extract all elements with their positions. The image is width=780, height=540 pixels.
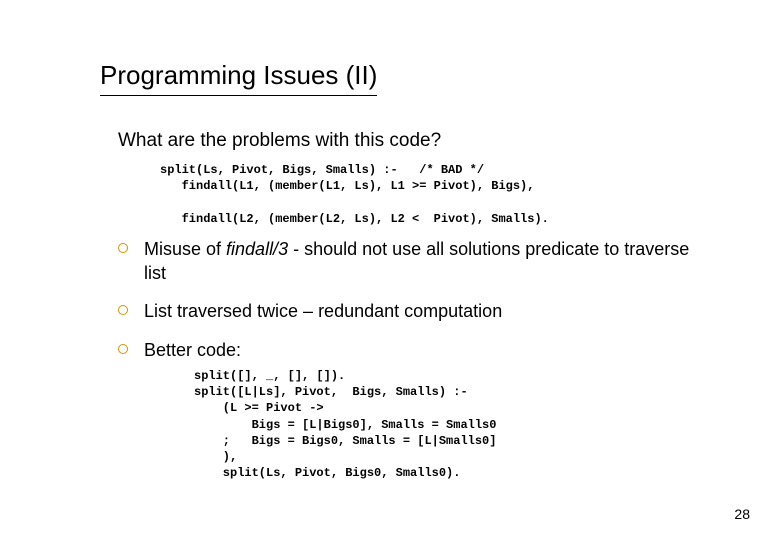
code-block-good: split([], _, [], []). split([L|Ls], Pivo… [144,368,710,481]
slide-title: Programming Issues (II) [100,60,377,96]
code-block-bad: split(Ls, Pivot, Bigs, Smalls) :- /* BAD… [100,162,710,227]
page-number: 28 [734,506,750,522]
bullet-text: List traversed twice – redundant computa… [144,301,502,321]
bullet-item: Misuse of findall/3 - should not use all… [118,237,710,286]
lead-question: What are the problems with this code? [100,130,710,152]
bullet-item: Better code: split([], _, [], []). split… [118,338,710,482]
bullet-text: Better code: [144,340,241,360]
slide: Programming Issues (II) What are the pro… [0,0,780,481]
bullet-item: List traversed twice – redundant computa… [118,299,710,323]
bullet-text: Misuse of [144,239,226,259]
bullet-list: Misuse of findall/3 - should not use all… [100,237,710,482]
bullet-text-italic: findall/3 [226,239,288,259]
